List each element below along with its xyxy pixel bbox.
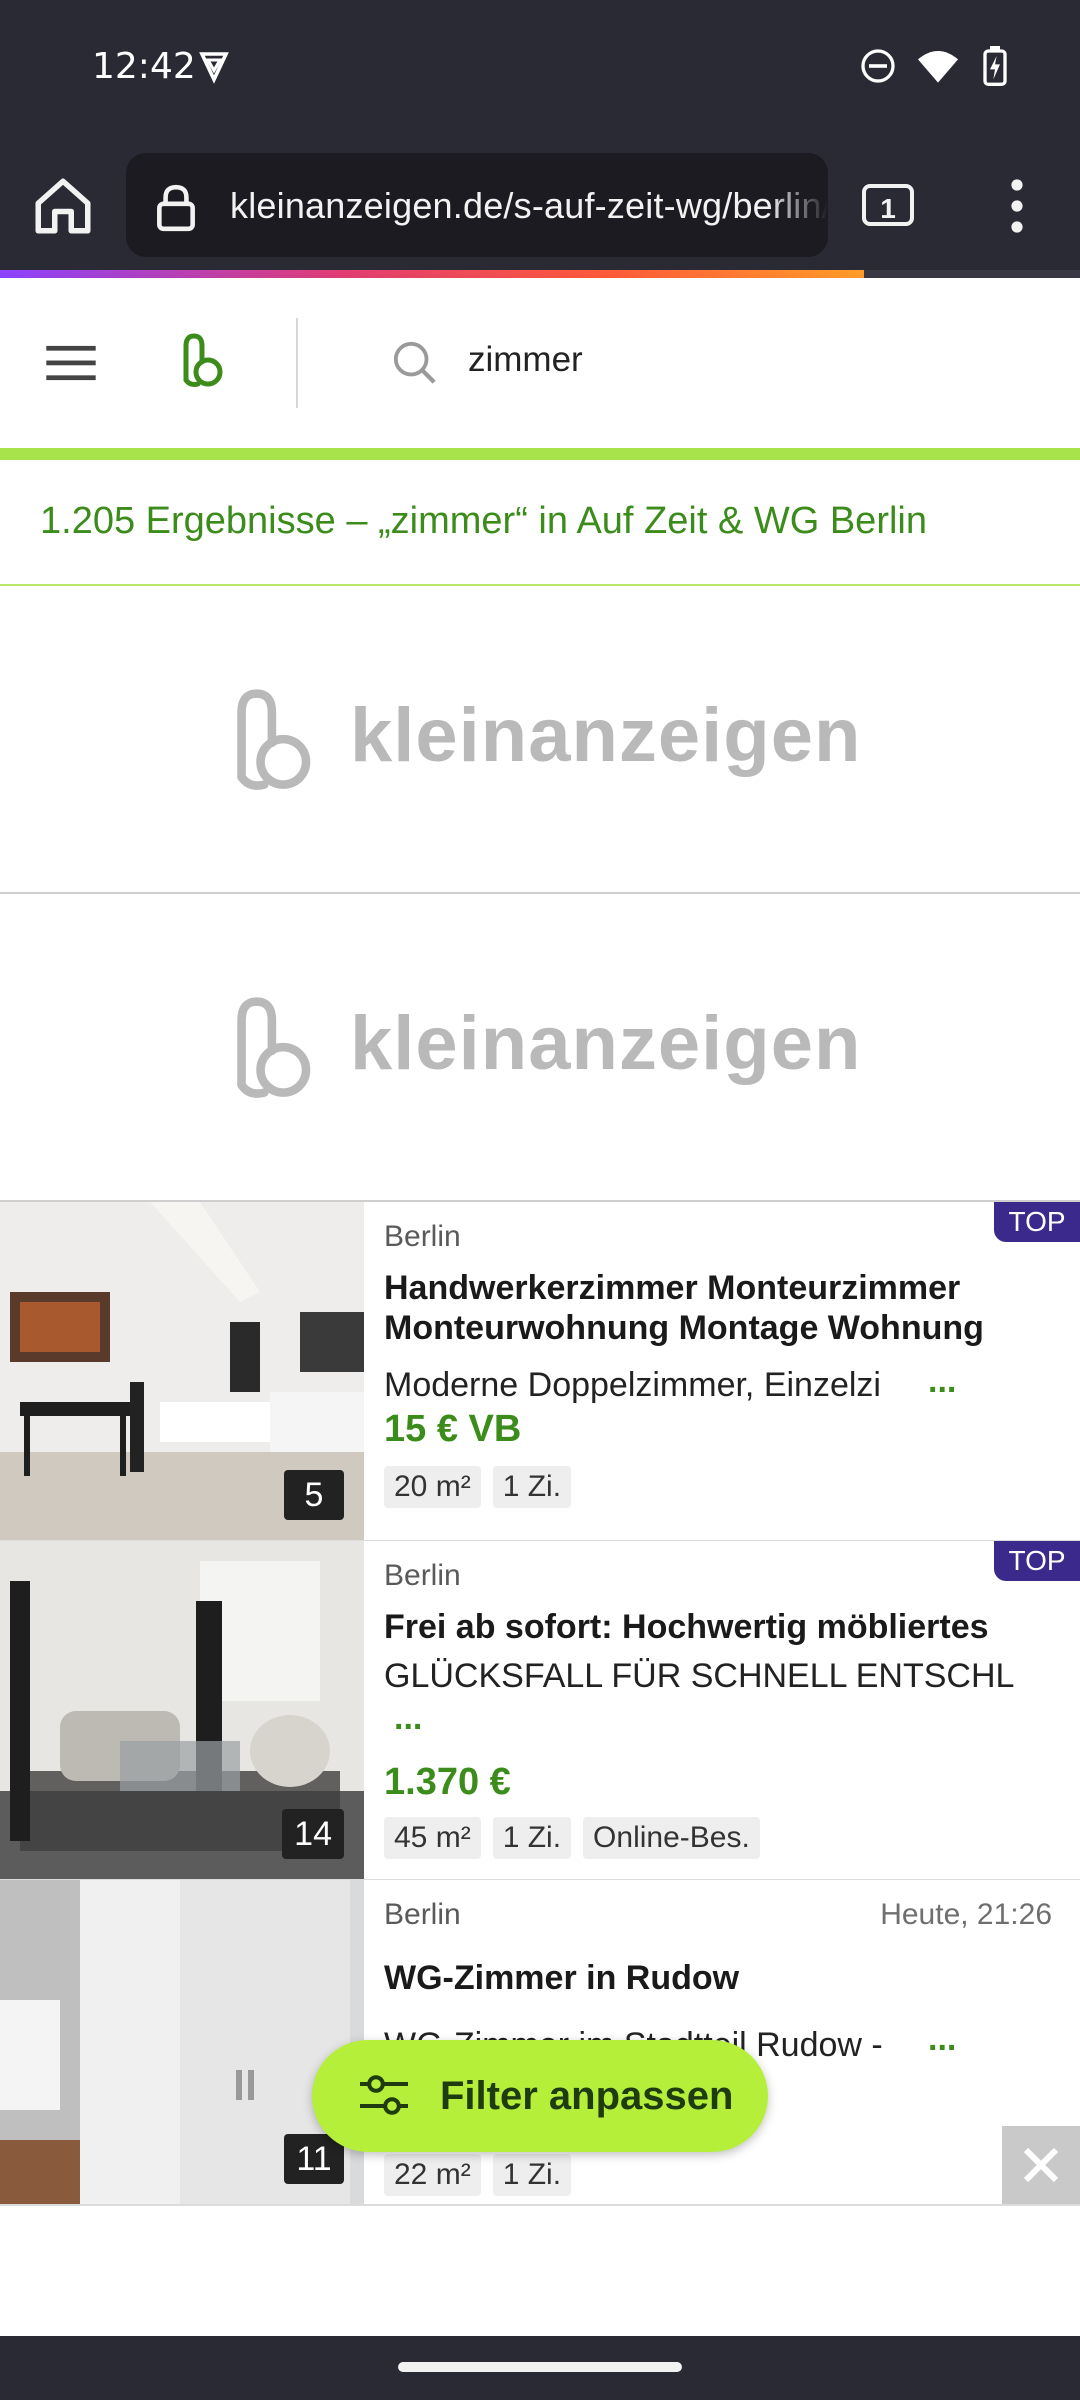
results-count-text: 1.205 Ergebnisse – „zimmer“ in Auf Zeit … xyxy=(40,500,927,542)
brand-wordmark: kleinanzeigen xyxy=(350,693,862,778)
filter-sliders-icon xyxy=(360,2075,408,2115)
kleinanzeigen-logo-icon xyxy=(237,997,311,1098)
listing-title[interactable]: Handwerkerzimmer Monteurzimmer Monteurwo… xyxy=(384,1268,1004,1348)
header-accent-bar xyxy=(0,448,1080,460)
page-load-progress xyxy=(0,270,864,278)
url-fade xyxy=(768,153,828,257)
listing-image[interactable]: 14 xyxy=(0,1541,364,1879)
listing-item[interactable]: 14 Berlin TOP Frei ab sofort: Hochwertig… xyxy=(0,1541,1080,1881)
filter-adjust-label: Filter anpassen xyxy=(440,2074,734,2118)
url-text: kleinanzeigen.de/s-auf-zeit-wg/berlin/zi… xyxy=(230,185,828,226)
home-icon[interactable] xyxy=(30,173,96,239)
description-more[interactable]: ... xyxy=(394,1699,422,1738)
filter-adjust-button[interactable]: Filter anpassen xyxy=(312,2040,768,2152)
description-more[interactable]: ... xyxy=(928,1362,956,1401)
listing-tags: 22 m² 1 Zi. xyxy=(384,2154,572,2196)
brand-wordmark: kleinanzeigen xyxy=(350,1001,862,1086)
listing-title[interactable]: WG-Zimmer in Rudow xyxy=(384,1958,1004,1998)
tag-area: 20 m² xyxy=(384,1466,481,1508)
top-badge: TOP xyxy=(994,1541,1080,1581)
image-count-badge: 14 xyxy=(282,1809,344,1859)
tag-rooms: 1 Zi. xyxy=(492,1466,572,1508)
listing-city: Berlin xyxy=(384,1220,461,1253)
listing-price: 1.370 € xyxy=(384,1761,511,1803)
listing-tags: 45 m² 1 Zi. Online-Bes. xyxy=(384,1817,760,1859)
wifi-icon xyxy=(918,51,958,83)
listing-item[interactable]: 5 Berlin TOP Handwerkerzimmer Monteurzim… xyxy=(0,1202,1080,1542)
home-gesture-handle[interactable] xyxy=(398,2362,682,2372)
tag-rooms: 1 Zi. xyxy=(492,1817,572,1859)
listing-city: Berlin xyxy=(384,1898,461,1931)
tag-online-viewing: Online-Bes. xyxy=(583,1817,760,1859)
header-divider xyxy=(296,318,298,408)
top-badge: TOP xyxy=(994,1202,1080,1242)
lock-icon xyxy=(157,184,195,232)
system-navigation-bar xyxy=(0,2336,1080,2400)
listing-date: Heute, 21:26 xyxy=(880,1898,1052,1931)
browser-toolbar: kleinanzeigen.de/s-auf-zeit-wg/berlin/zi… xyxy=(0,140,1080,270)
hamburger-menu-icon[interactable] xyxy=(46,344,96,382)
listing-city: Berlin xyxy=(384,1559,461,1592)
close-icon xyxy=(1023,2147,1059,2183)
do-not-disturb-icon xyxy=(861,49,895,83)
site-header: zimmer xyxy=(0,278,1080,448)
kleinanzeigen-logo-icon xyxy=(237,689,311,790)
ad-banner-placeholder: kleinanzeigen xyxy=(0,894,1080,1202)
status-bar: 12:42 xyxy=(0,0,1080,140)
vpn-shield-icon xyxy=(199,52,229,84)
status-time: 12:42 xyxy=(92,46,196,87)
url-bar[interactable]: kleinanzeigen.de/s-auf-zeit-wg/berlin/zi… xyxy=(126,153,828,257)
search-input[interactable]: zimmer xyxy=(468,340,583,380)
battery-icon xyxy=(983,46,1007,86)
tag-area: 22 m² xyxy=(384,2154,481,2196)
progress-track xyxy=(864,270,1080,278)
listing-image[interactable]: 5 xyxy=(0,1202,364,1540)
kleinanzeigen-logo-icon[interactable] xyxy=(176,332,226,390)
ad-banner-placeholder: kleinanzeigen xyxy=(0,586,1080,894)
listing-description: Moderne Doppelzimmer, Einzelzi xyxy=(384,1366,881,1404)
listing-title[interactable]: Frei ab sofort: Hochwertig möbliertes xyxy=(384,1607,1004,1647)
close-ad-button[interactable] xyxy=(1002,2126,1080,2204)
results-summary: 1.205 Ergebnisse – „zimmer“ in Auf Zeit … xyxy=(0,460,1080,586)
listing-description: GLÜCKSFALL FÜR SCHNELL ENTSCHL xyxy=(384,1657,1015,1695)
tag-area: 45 m² xyxy=(384,1817,481,1859)
tab-switcher-button[interactable]: 1 xyxy=(862,184,914,226)
image-count-badge: 5 xyxy=(284,1470,344,1520)
overflow-menu-icon[interactable] xyxy=(1006,178,1028,234)
description-more[interactable]: ... xyxy=(928,2020,956,2059)
listing-tags: 20 m² 1 Zi. xyxy=(384,1466,572,1508)
search-icon[interactable] xyxy=(392,340,438,386)
tag-rooms: 1 Zi. xyxy=(492,2154,572,2196)
listing-price: 15 € VB xyxy=(384,1408,522,1450)
listing-image[interactable]: 11 xyxy=(0,1880,364,2204)
